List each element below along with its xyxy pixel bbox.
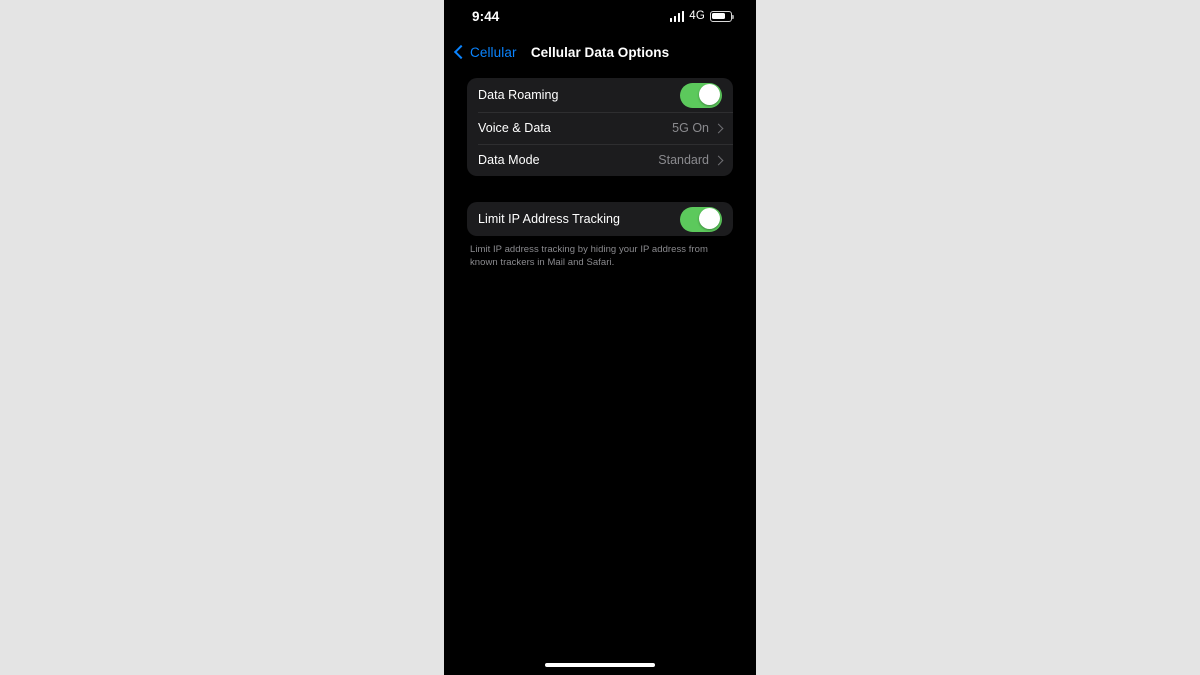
status-bar-time: 9:44 — [472, 8, 500, 24]
toggle-knob — [699, 208, 720, 230]
settings-group-cellular-data: Data Roaming Voice & Data 5G On Data Mod… — [467, 78, 733, 176]
navigation-bar: Cellular Cellular Data Options — [444, 36, 756, 68]
privacy-footer-note: Limit IP address tracking by hiding your… — [470, 244, 708, 268]
chevron-right-icon — [713, 155, 724, 165]
row-data-roaming[interactable]: Data Roaming — [467, 78, 733, 112]
status-bar: 9:44 4G — [444, 0, 756, 32]
toggle-knob — [699, 84, 720, 106]
row-data-mode[interactable]: Data Mode Standard — [467, 144, 733, 176]
settings-content: Data Roaming Voice & Data 5G On Data Mod… — [444, 78, 756, 270]
network-type-label: 4G — [689, 10, 705, 22]
row-voice-and-data[interactable]: Voice & Data 5G On — [467, 112, 733, 144]
back-button-label: Cellular — [470, 44, 517, 60]
row-limit-ip-address-tracking[interactable]: Limit IP Address Tracking — [467, 202, 733, 236]
limit-ip-address-tracking-toggle[interactable] — [680, 206, 722, 232]
battery-icon — [710, 10, 734, 22]
chevron-left-icon — [453, 44, 469, 60]
settings-group-privacy: Limit IP Address Tracking — [467, 202, 733, 236]
row-label: Voice & Data — [478, 121, 551, 135]
row-value: 5G On — [672, 121, 709, 135]
row-label: Data Mode — [478, 153, 540, 167]
row-value: Standard — [658, 153, 709, 167]
chevron-right-icon — [713, 123, 724, 133]
row-label: Limit IP Address Tracking — [478, 212, 621, 226]
phone-screen: 9:44 4G Cellular Cellular Data Options D… — [444, 0, 756, 675]
status-bar-indicators: 4G — [669, 10, 734, 22]
back-button[interactable]: Cellular — [453, 36, 517, 68]
home-indicator[interactable] — [545, 663, 655, 667]
signal-bars-icon — [669, 10, 685, 22]
row-label: Data Roaming — [478, 88, 559, 102]
data-roaming-toggle[interactable] — [680, 82, 722, 108]
